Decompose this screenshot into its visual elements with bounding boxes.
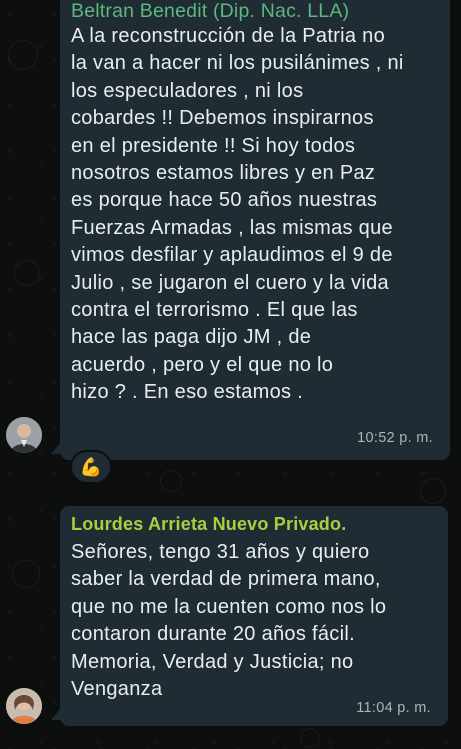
message-line: los especuladores , ni los	[71, 79, 304, 102]
bubble-tail	[51, 708, 61, 720]
message-line: A la reconstrucción de la Patria no	[71, 25, 386, 47]
message-line: acuerdo , pero y el que no lo	[71, 353, 334, 376]
doodle-decoration	[420, 478, 446, 504]
flexed-biceps-icon: 💪	[79, 457, 103, 477]
message-line: hizo ? . En eso estamos .	[71, 381, 304, 404]
doodle-decoration	[12, 560, 40, 588]
message-line: Venganza	[71, 678, 163, 701]
message-line: saber la verdad de primera mano,	[71, 568, 381, 591]
avatar[interactable]	[6, 688, 42, 724]
message-line: Fuerzas Armadas , las mismas que	[71, 216, 393, 239]
doodle-decoration	[160, 470, 182, 492]
message-text: Señores, tengo 31 años y quiero saber la…	[71, 539, 386, 703]
message-line: es porque hace 50 años nuestras	[71, 189, 378, 212]
sender-name[interactable]: Lourdes Arrieta Nuevo Privado.	[71, 514, 346, 535]
message-timestamp: 10:52 p. m.	[357, 430, 433, 446]
message-line: Memoria, Verdad y Justicia; no	[71, 650, 354, 673]
message-line: cobardes !! Debemos inspirarnos	[71, 107, 374, 130]
message-line: la van a hacer ni los pusilánimes , ni	[71, 52, 404, 75]
message-line: Julio , se jugaron el cuero y la vida	[71, 271, 389, 294]
chat-background: Beltran Benedit (Dip. Nac. LLA) A la rec…	[0, 0, 461, 749]
message-bubble-incoming[interactable]: Beltran Benedit (Dip. Nac. LLA) A la rec…	[51, 0, 450, 460]
message-line: contaron durante 20 años fácil.	[71, 623, 355, 646]
bubble-tail	[51, 442, 61, 454]
message-timestamp: 11:04 p. m.	[356, 700, 431, 716]
avatar-photo-icon	[6, 417, 42, 453]
doodle-decoration	[300, 728, 320, 748]
avatar[interactable]	[6, 417, 42, 453]
message-line: vimos desfilar y aplaudimos el 9 de	[71, 244, 393, 267]
reaction-badge[interactable]: 💪	[70, 450, 112, 484]
doodle-decoration	[14, 260, 40, 286]
message-line: que no me la cuenten como nos lo	[71, 595, 387, 618]
message-line: contra el terrorismo . El que las	[71, 299, 358, 322]
avatar-photo-icon	[6, 688, 42, 724]
message-line: Señores, tengo 31 años y quiero	[71, 541, 370, 563]
message-line: nosotros estamos libres y en Paz	[71, 162, 376, 185]
sender-name[interactable]: Beltran Benedit (Dip. Nac. LLA)	[71, 0, 349, 23]
message-bubble-incoming[interactable]: Lourdes Arrieta Nuevo Privado. Señores, …	[51, 506, 448, 726]
doodle-decoration	[8, 40, 38, 70]
message-line: en el presidente !! Si hoy todos	[71, 134, 356, 157]
message-text: A la reconstrucción de la Patria no la v…	[71, 23, 404, 407]
message-line: hace las paga dijo JM , de	[71, 326, 312, 349]
